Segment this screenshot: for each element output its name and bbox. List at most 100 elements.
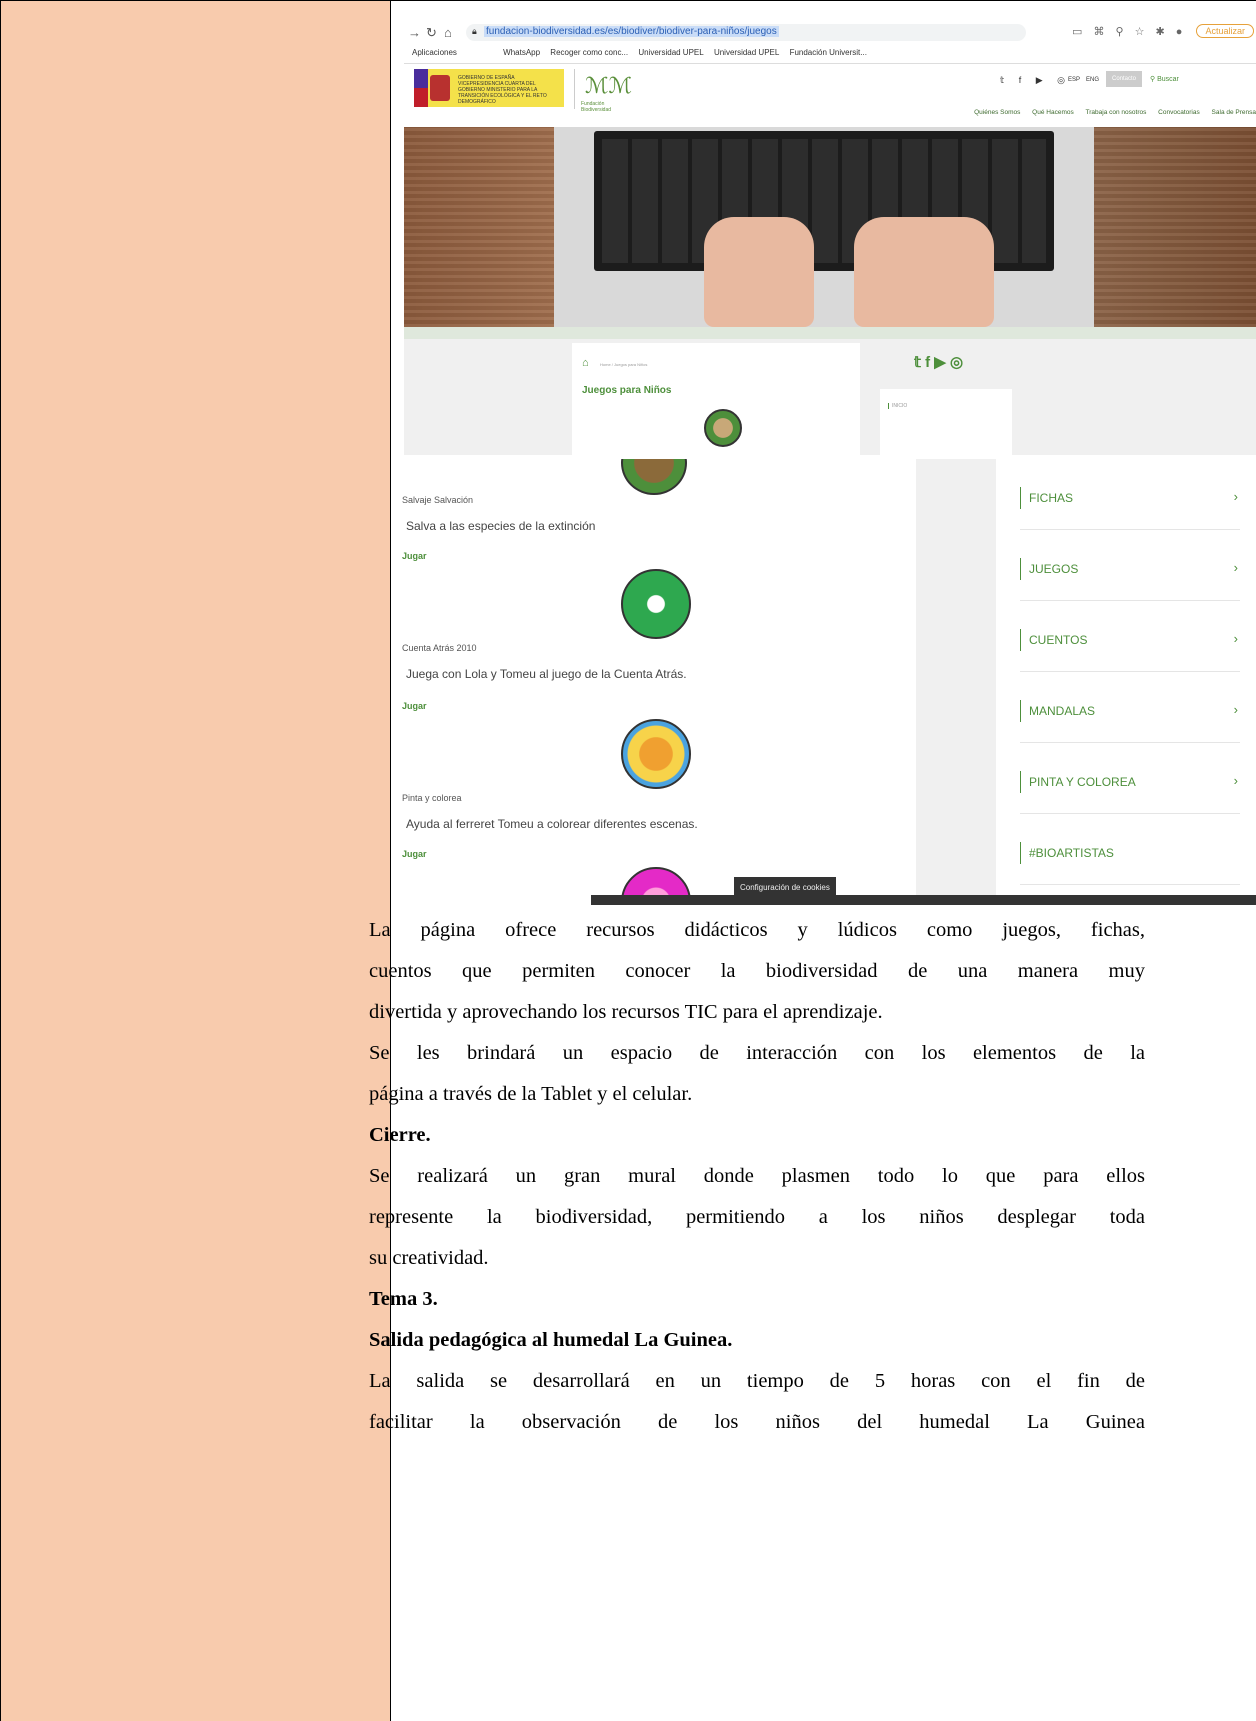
url-text: fundacion-biodiversidad.es/es/biodiver/b… — [484, 26, 779, 37]
social-icons-header[interactable]: 𝕥 f ▶ ◎ — [1000, 75, 1071, 86]
website-screenshot-games: Salvaje Salvación Salva a las especies d… — [396, 459, 1256, 905]
breadcrumb: Home / Juegos para Niños — [600, 362, 648, 367]
foundation-name: Fundación Biodiversidad — [581, 101, 612, 113]
menu-item[interactable]: Quiénes Somos — [974, 109, 1020, 116]
chevron-right-icon: › — [1233, 631, 1238, 646]
game-description: Salva a las especies de la extinción — [406, 519, 596, 533]
chevron-right-icon: › — [1233, 489, 1238, 504]
bookmark-item[interactable]: Fundación Universit... — [790, 48, 867, 57]
search-button[interactable]: ⚲ Buscar — [1150, 75, 1179, 83]
lock-icon: 🔒︎ — [472, 26, 477, 36]
update-button[interactable]: Actualizar — [1196, 24, 1254, 38]
heading-tema: Tema 3. — [369, 1288, 438, 1310]
category-label: MANDALAS — [1020, 700, 1095, 722]
category-item-bioartistas[interactable]: #BIOARTISTAS — [1020, 824, 1240, 885]
bookmark-item[interactable]: Universidad UPEL — [638, 48, 703, 57]
category-item-mandalas[interactable]: MANDALAS › — [1020, 682, 1240, 743]
category-label: PINTA Y COLOREA — [1020, 771, 1136, 793]
game-name: Salvaje Salvación — [402, 495, 474, 505]
home-icon[interactable]: ⌂ — [444, 25, 452, 40]
side-menu-card: INICIO — [880, 389, 1012, 455]
menu-item[interactable]: Convocatorias — [1158, 109, 1200, 116]
play-link[interactable]: Jugar — [402, 551, 427, 561]
category-item-pinta-y-colorea[interactable]: PINTA Y COLOREA › — [1020, 753, 1240, 814]
content-card: ⌂ Home / Juegos para Niños Juegos para N… — [572, 343, 860, 455]
menu-item[interactable]: Qué Hacemos — [1032, 109, 1074, 116]
menu-item[interactable]: Sala de Prensa — [1212, 109, 1256, 116]
reload-icon[interactable]: ↻ — [426, 25, 437, 41]
government-logo[interactable]: GOBIERNO DE ESPAÑA VICEPRESIDENCIA CUART… — [414, 69, 564, 107]
laptop-image — [554, 127, 1094, 327]
social-icons-sidebar[interactable]: 𝕥 f ▶ ◎ — [914, 353, 963, 371]
game-avatar-image[interactable] — [621, 569, 691, 639]
game-description: Juega con Lola y Tomeu al juego de la Cu… — [406, 667, 687, 681]
browser-extension-icons[interactable]: ▭ ⌘ ⚲ ☆ ✱ ● — [1072, 25, 1186, 38]
home-icon[interactable]: ⌂ — [582, 357, 589, 369]
bookmark-item[interactable]: Recoger como conc... — [550, 48, 628, 57]
bookmark-item[interactable]: Aplicaciones — [412, 48, 457, 57]
bookmark-item[interactable]: WhatsApp — [503, 48, 540, 57]
cookie-banner-bar — [591, 895, 1256, 905]
ministry-text: GOBIERNO DE ESPAÑA VICEPRESIDENCIA CUART… — [458, 75, 547, 105]
category-item-cuentos[interactable]: CUENTOS › — [1020, 611, 1240, 672]
lang-esp[interactable]: ESP — [1068, 77, 1080, 83]
flag-stripe — [414, 69, 428, 107]
game-name: Cuenta Atrás 2010 — [402, 643, 477, 653]
foundation-logo[interactable]: ℳℳ Fundación Biodiversidad — [574, 69, 635, 113]
lang-eng[interactable]: ENG — [1086, 77, 1099, 83]
game-avatar-image[interactable] — [621, 719, 691, 789]
play-link[interactable]: Jugar — [402, 849, 427, 859]
address-bar[interactable]: 🔒︎ fundacion-biodiversidad.es/es/biodive… — [466, 24, 1026, 41]
game-avatar-image[interactable] — [621, 459, 687, 495]
page-content-area: ⌂ Home / Juegos para Niños Juegos para N… — [404, 339, 1256, 455]
green-band — [404, 327, 1256, 339]
grass-logo-icon: ℳℳ — [585, 73, 633, 98]
coat-of-arms-icon — [430, 75, 450, 101]
category-label: FICHAS — [1020, 487, 1073, 509]
right-hand-image — [854, 217, 994, 327]
side-menu-item[interactable]: INICIO — [888, 403, 907, 409]
left-column-cell — [0, 1, 391, 1721]
chevron-right-icon: › — [1233, 560, 1238, 575]
game-avatar-image[interactable] — [704, 409, 742, 447]
paragraph-line: La página ofrece recursos didácticos y l… — [369, 919, 1145, 941]
bookmarks-bar: Aplicaciones WhatsApp Recoger como conc.… — [404, 45, 1256, 64]
contact-button[interactable]: Contacto — [1106, 71, 1142, 87]
paragraph-line: cuentos que permiten conocer la biodiver… — [369, 960, 1145, 982]
menu-item[interactable]: Trabaja con nosotros — [1086, 109, 1147, 116]
chevron-right-icon: › — [1233, 702, 1238, 717]
heading-cierre: Cierre. — [369, 1124, 431, 1146]
paragraph-line: divertida y aprovechando los recursos TI… — [369, 1001, 883, 1023]
site-header: GOBIERNO DE ESPAÑA VICEPRESIDENCIA CUART… — [404, 65, 1256, 127]
forward-arrow-icon[interactable]: → — [408, 25, 421, 40]
left-hand-image — [704, 217, 814, 327]
right-column-cell: → ↻ ⌂ 🔒︎ fundacion-biodiversidad.es/es/b… — [391, 1, 1256, 1721]
game-description: Ayuda al ferreret Tomeu a colorear difer… — [406, 817, 698, 831]
paragraph-line: represente la biodiversidad, permitiendo… — [369, 1206, 1145, 1228]
sidebar-gutter — [916, 459, 996, 905]
game-name: Pinta y colorea — [402, 793, 462, 803]
category-item-juegos[interactable]: JUEGOS › — [1020, 540, 1240, 601]
paragraph-line: La salida se desarrollará en un tiempo d… — [369, 1370, 1145, 1392]
games-list: Salvaje Salvación Salva a las especies d… — [396, 459, 906, 905]
website-screenshot-top: → ↻ ⌂ 🔒︎ fundacion-biodiversidad.es/es/b… — [404, 21, 1256, 455]
paragraph-line: facilitar la observación de los niños de… — [369, 1411, 1145, 1433]
heading-salida: Salida pedagógica al humedal La Guinea. — [369, 1329, 733, 1351]
chevron-right-icon: › — [1233, 773, 1238, 788]
paragraph-line: página a través de la Tablet y el celula… — [369, 1083, 693, 1105]
bookmark-item[interactable]: Universidad UPEL — [714, 48, 779, 57]
category-label: #BIOARTISTAS — [1020, 842, 1114, 864]
paragraph-line: Se realizará un gran mural donde plasmen… — [369, 1165, 1145, 1187]
category-label: JUEGOS — [1020, 558, 1078, 580]
category-item-fichas[interactable]: FICHAS › — [1020, 469, 1240, 530]
paragraph-line: Se les brindará un espacio de interacció… — [369, 1042, 1145, 1064]
paragraph-line: su creatividad. — [369, 1247, 489, 1269]
document-table: → ↻ ⌂ 🔒︎ fundacion-biodiversidad.es/es/b… — [0, 0, 1256, 1721]
page-title: Juegos para Niños — [582, 385, 672, 396]
play-link[interactable]: Jugar — [402, 701, 427, 711]
hero-image-laptop-keyboard — [404, 127, 1256, 327]
browser-toolbar: → ↻ ⌂ 🔒︎ fundacion-biodiversidad.es/es/b… — [404, 21, 1256, 45]
category-label: CUENTOS — [1020, 629, 1087, 651]
main-menu: Quiénes Somos Qué Hacemos Trabaja con no… — [964, 109, 1256, 116]
cookie-settings-button[interactable]: Configuración de cookies — [734, 877, 836, 898]
